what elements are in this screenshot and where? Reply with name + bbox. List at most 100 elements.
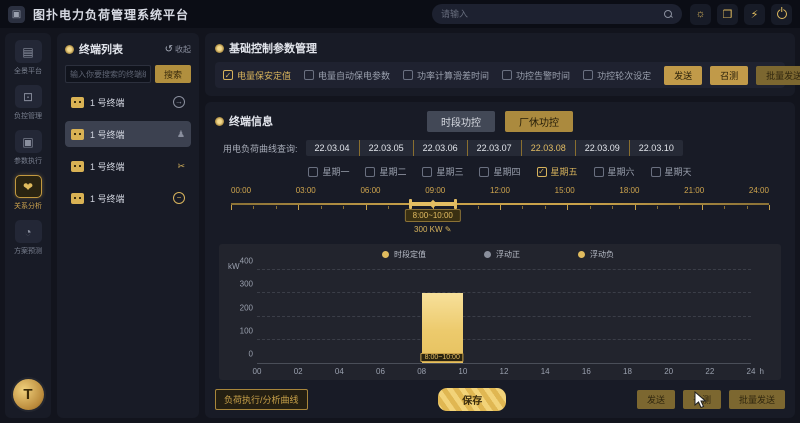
slider-tick xyxy=(544,206,546,209)
tab-factory-rest-control[interactable]: 厂休功控 xyxy=(505,110,573,132)
sidebar-item-relation-analysis[interactable]: ❤ 关系分析 xyxy=(14,175,42,211)
basic-params-panel: 基础控制参数管理 ✓ 电量保安定值 电量自动保电参数 功率计算滑差时间 功控告警时间 功控… xyxy=(205,33,800,96)
weekday-checkbox[interactable]: 星期四 xyxy=(479,165,521,178)
terminal-list-item[interactable]: 1 号终端 ✂ xyxy=(65,153,191,179)
bulb-icon[interactable]: ⚡ xyxy=(744,3,765,25)
brand-logo: T xyxy=(12,379,44,410)
terminal-search-button[interactable]: 搜索 xyxy=(155,65,191,83)
slider-tick xyxy=(500,205,501,210)
slider-tick-label: 03:00 xyxy=(295,186,316,195)
sidebar-item-load-control[interactable]: ⊡ 负控管理 xyxy=(14,85,42,121)
legend-marker xyxy=(382,251,389,258)
footer-召测-button[interactable]: 召测 xyxy=(682,390,721,409)
global-search-input[interactable] xyxy=(441,9,658,19)
sidebar-item-plan-forecast[interactable]: ◔ 方案预测 xyxy=(14,220,42,256)
checkbox-label: 星期四 xyxy=(493,167,521,177)
x-tick-label: 08 xyxy=(417,367,427,376)
alarm-icon[interactable]: ☼ xyxy=(690,3,711,25)
legend-item[interactable]: 浮动正 xyxy=(484,249,520,260)
weekday-checkbox-group: 星期一 星期二 星期三 星期四 ✓ 星期五 星期六 星期天 xyxy=(215,165,785,178)
weekday-checkbox[interactable]: 星期天 xyxy=(650,165,692,178)
legend-item[interactable]: 时段定值 xyxy=(382,249,426,260)
chart-bar[interactable]: 8:00~10:00 xyxy=(420,293,464,363)
legend-label: 时段定值 xyxy=(394,250,426,259)
slider-tick-label: 12:00 xyxy=(489,186,510,195)
weekday-checkbox[interactable]: 星期六 xyxy=(593,165,635,178)
checkbox-label: 功控轮次设定 xyxy=(597,70,652,81)
edit-window-icon[interactable]: ❐ xyxy=(717,3,738,25)
param-发送-button[interactable]: 发送 xyxy=(664,65,703,85)
checkbox-box xyxy=(593,166,604,177)
slider-tick xyxy=(769,205,770,210)
date-pill[interactable]: 22.03.07 xyxy=(466,140,521,156)
save-button[interactable]: 保存 xyxy=(438,388,507,411)
weekday-checkbox[interactable]: 星期二 xyxy=(365,165,406,178)
terminal-list-item[interactable]: 1 号终端 → xyxy=(65,89,191,115)
tab-period-control[interactable]: 时段功控 xyxy=(427,110,495,132)
edit-pencil-icon[interactable]: ✎ xyxy=(445,225,452,234)
weekday-checkbox[interactable]: 星期一 xyxy=(308,165,349,178)
param-checkbox[interactable]: 功控轮次设定 xyxy=(583,69,651,82)
sidebar: ▤ 全景平台 ⊡ 负控管理 ▣ 参数执行 ❤ 关系分析 ◔ 方案预测 T xyxy=(5,33,51,418)
footer-批量发送-button[interactable]: 批量发送 xyxy=(728,390,785,409)
checkbox-box xyxy=(650,166,661,177)
param-checkbox[interactable]: ✓ 电量保安定值 xyxy=(223,69,291,82)
param-checkbox[interactable]: 电量自动保电参数 xyxy=(304,69,390,82)
slider-tick-labels: 00:00 03:00 06:00 09:00 12:00 15:00 18:00 21:00… xyxy=(231,186,769,195)
terminal-list: 1 号终端 → 1 号终端 ♟ 1 号终端 ✂ 1 号终端 − xyxy=(65,89,191,217)
terminal-list-item[interactable]: 1 号终端 − xyxy=(65,185,191,211)
date-pill[interactable]: 22.03.05 xyxy=(358,140,413,156)
sidebar-item-param-exec[interactable]: ▣ 参数执行 xyxy=(14,130,42,166)
checkbox-label: 星期三 xyxy=(436,167,464,177)
x-tick-label: 24 xyxy=(746,367,756,376)
date-pill[interactable]: 22.03.08 xyxy=(520,140,575,156)
slider-tick xyxy=(387,206,389,209)
slider-tick xyxy=(253,206,255,209)
basic-params-header: 基础控制参数管理 xyxy=(215,40,785,56)
chart-plot-area: 0 100 200 300 400 8:00~10:00 xyxy=(240,257,751,364)
date-query-label: 用电负荷曲线查询: xyxy=(223,143,298,154)
date-pill[interactable]: 22.03.10 xyxy=(628,140,683,156)
power-icon[interactable] xyxy=(771,3,792,25)
relation-analysis-icon: ❤ xyxy=(14,175,42,198)
collapse-button[interactable]: ↺ 收起 xyxy=(165,44,191,55)
global-search[interactable] xyxy=(432,4,682,24)
date-pill[interactable]: 22.03.09 xyxy=(574,140,629,156)
terminal-label: 1 号终端 xyxy=(90,161,125,172)
checkbox-label: 星期五 xyxy=(550,167,578,177)
x-tick-label: 20 xyxy=(664,367,674,376)
sidebar-item-label: 方案预测 xyxy=(14,248,42,255)
control-mode-tabs: 时段功控 厂休功控 xyxy=(427,110,573,132)
slider-tick-label: 21:00 xyxy=(684,186,705,195)
slider-track[interactable] xyxy=(231,199,770,211)
footer-发送-button[interactable]: 发送 xyxy=(636,390,675,409)
sidebar-item-panorama[interactable]: ▤ 全景平台 xyxy=(14,40,42,76)
weekday-checkbox[interactable]: 星期三 xyxy=(422,165,463,178)
slider-tick xyxy=(298,205,300,210)
param-召测-button[interactable]: 召测 xyxy=(710,65,749,85)
param-checkbox[interactable]: 功控告警时间 xyxy=(502,69,570,82)
param-exec-icon: ▣ xyxy=(14,130,42,153)
x-tick-label: 22 xyxy=(705,367,715,376)
weekday-checkbox[interactable]: ✓ 星期五 xyxy=(536,165,578,178)
app-title: 图扑电力负荷管理系统平台 xyxy=(33,7,190,22)
date-pill[interactable]: 22.03.06 xyxy=(412,140,467,156)
load-exec-curve-button[interactable]: 负荷执行/分析曲线 xyxy=(215,389,308,410)
search-icon[interactable] xyxy=(664,9,673,19)
terminal-list-panel: 终端列表 ↺ 收起 搜索 1 号终端 → 1 号终端 ♟ 1 号终端 ✂ 1 号终端 − xyxy=(57,33,199,418)
checkbox-label: 电量自动保电参数 xyxy=(318,70,391,81)
terminal-search-row: 搜索 xyxy=(65,65,191,83)
legend-item[interactable]: 浮动负 xyxy=(578,249,614,260)
param-批量发送-button[interactable]: 批量发送 xyxy=(756,65,800,85)
terminal-list-item[interactable]: 1 号终端 ♟ xyxy=(65,121,191,147)
sidebar-items: ▤ 全景平台 ⊡ 负控管理 ▣ 参数执行 ❤ 关系分析 ◔ 方案预测 xyxy=(14,40,42,265)
checkbox-box xyxy=(365,166,376,177)
slider-tick xyxy=(477,206,479,209)
date-pill[interactable]: 22.03.04 xyxy=(306,140,359,156)
slider-tick xyxy=(656,206,658,209)
param-checkbox[interactable]: 功率计算滑差时间 xyxy=(403,69,489,82)
x-axis-unit-label: h xyxy=(759,367,764,376)
undo-icon: ↺ xyxy=(164,43,173,55)
terminal-search-input[interactable] xyxy=(65,65,151,83)
x-tick-label: 02 xyxy=(293,367,303,376)
